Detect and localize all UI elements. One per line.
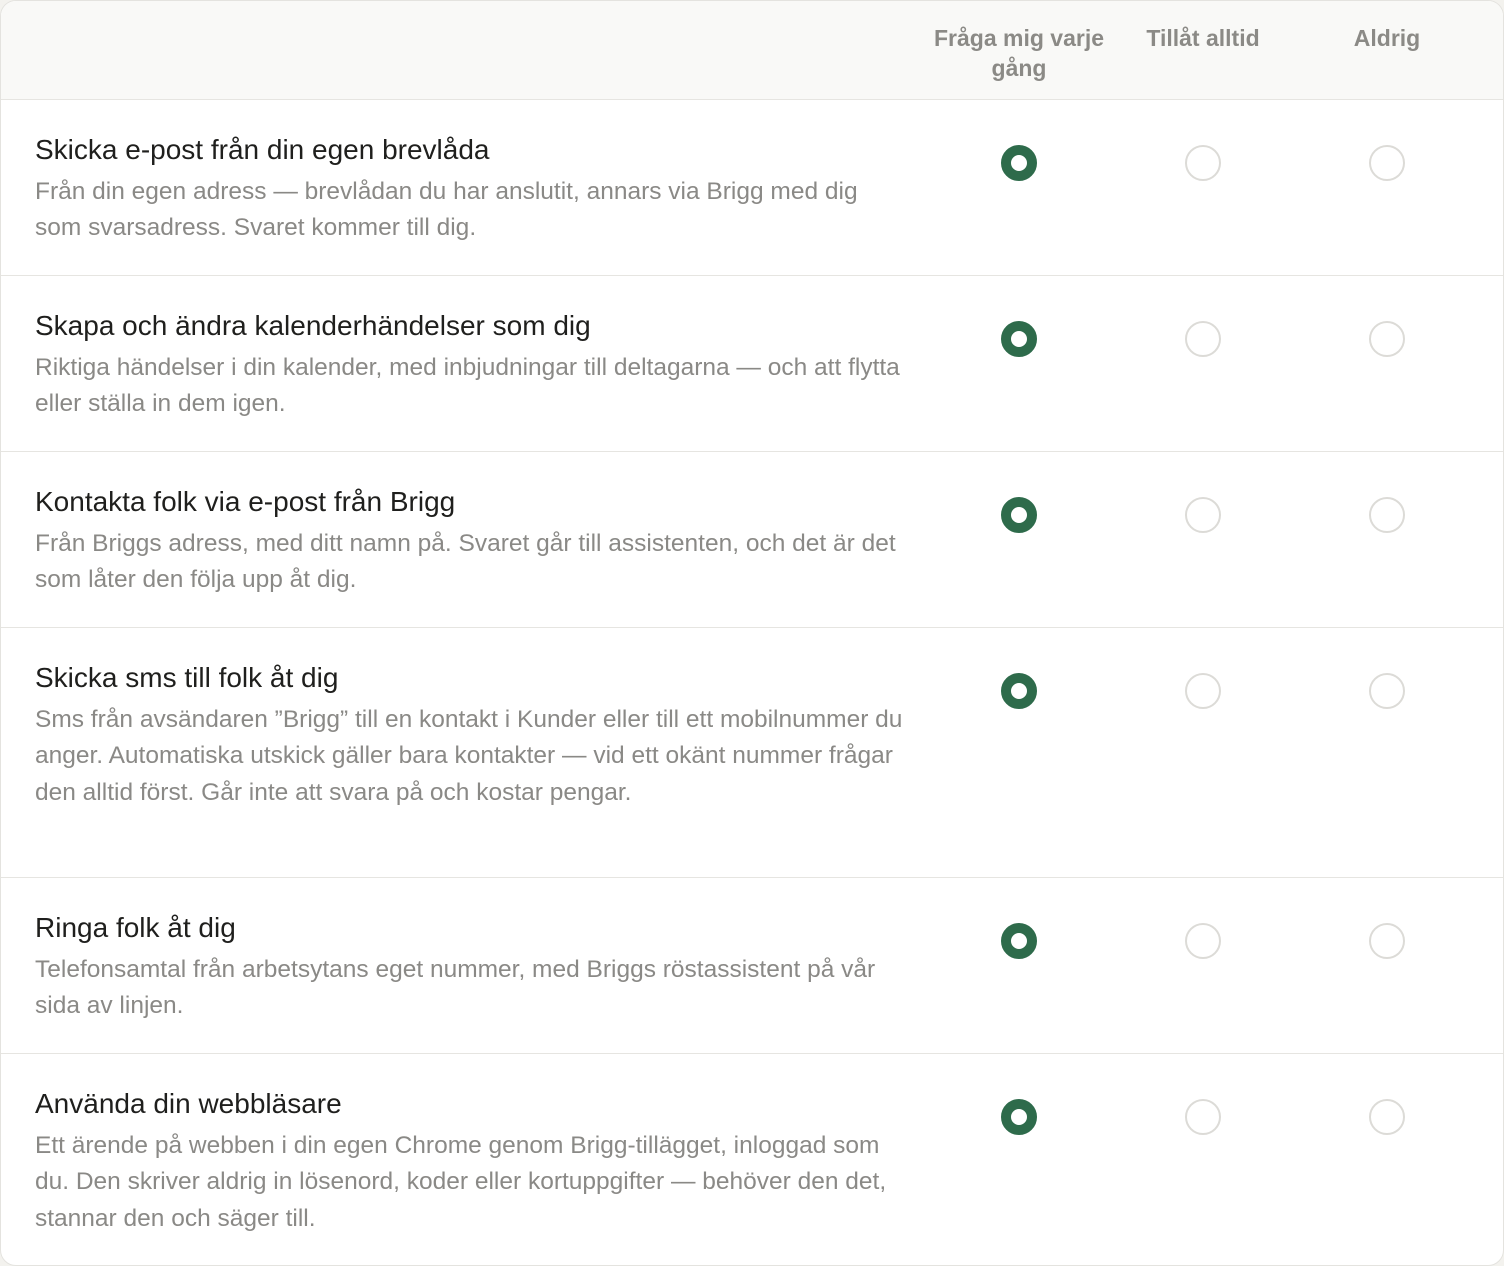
permission-title: Skicka e-post från din egen brevlåda [35, 134, 490, 165]
radio-ask-every-time[interactable] [1001, 145, 1037, 181]
table-header: Fråga mig varje gång Tillåt alltid Aldri… [1, 1, 1503, 100]
permission-title: Kontakta folk via e-post från Brigg [35, 486, 456, 517]
permission-description: Från Briggs adress, med ditt namn på. Sv… [35, 530, 896, 594]
radio-always-allow[interactable] [1185, 497, 1221, 533]
permission-title: Skicka sms till folk åt dig [35, 662, 339, 693]
permission-row-calendar-events: Skapa och ändra kalenderhändelser som di… [1, 276, 1503, 452]
permission-title: Använda din webbläsare [35, 1088, 342, 1119]
radio-ask-every-time[interactable] [1001, 321, 1037, 357]
radio-never[interactable] [1369, 497, 1405, 533]
permission-row-send-own-email: Skicka e-post från din egen brevlåda Frå… [1, 100, 1503, 276]
permission-row-send-sms: Skicka sms till folk åt dig Sms från avs… [1, 628, 1503, 878]
radio-ask-every-time[interactable] [1001, 673, 1037, 709]
permissions-panel: Fråga mig varje gång Tillåt alltid Aldri… [0, 0, 1504, 1266]
radio-never[interactable] [1369, 923, 1405, 959]
column-header-always-allow: Tillåt alltid [1146, 25, 1260, 51]
radio-never[interactable] [1369, 145, 1405, 181]
column-header-ask-every-time: Fråga mig varje gång [933, 25, 1105, 81]
permission-row-phone-calls: Ringa folk åt dig Telefonsamtal från arb… [1, 878, 1503, 1054]
permission-description: Sms från avsändaren ”Brigg” till en kont… [35, 706, 903, 806]
permission-title: Skapa och ändra kalenderhändelser som di… [35, 310, 591, 341]
permission-description: Telefonsamtal från arbetsytans eget numm… [35, 956, 876, 1020]
radio-always-allow[interactable] [1185, 321, 1221, 357]
radio-never[interactable] [1369, 321, 1405, 357]
radio-always-allow[interactable] [1185, 1099, 1221, 1135]
radio-ask-every-time[interactable] [1001, 497, 1037, 533]
permission-description: Riktiga händelser i din kalender, med in… [35, 354, 900, 418]
radio-ask-every-time[interactable] [1001, 923, 1037, 959]
column-header-never: Aldrig [1353, 25, 1421, 51]
radio-always-allow[interactable] [1185, 923, 1221, 959]
permission-row-email-from-brigg: Kontakta folk via e-post från Brigg Från… [1, 452, 1503, 628]
permission-description: Ett ärende på webben i din egen Chrome g… [35, 1132, 887, 1232]
radio-never[interactable] [1369, 1099, 1405, 1135]
permission-row-browser: Använda din webbläsare Ett ärende på web… [1, 1054, 1503, 1265]
permission-description: Från din egen adress — brevlådan du har … [35, 178, 858, 242]
permission-title: Ringa folk åt dig [35, 912, 236, 943]
radio-never[interactable] [1369, 673, 1405, 709]
radio-ask-every-time[interactable] [1001, 1099, 1037, 1135]
radio-always-allow[interactable] [1185, 673, 1221, 709]
radio-always-allow[interactable] [1185, 145, 1221, 181]
